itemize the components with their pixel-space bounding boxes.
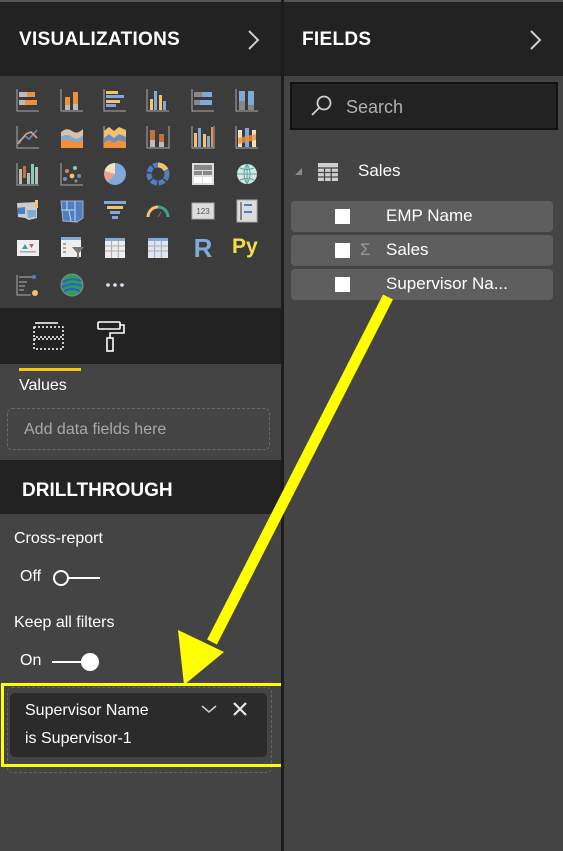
python-visual-icon[interactable]: Py (232, 235, 262, 261)
field-row[interactable]: Σ Sales (291, 235, 553, 266)
line-and-clustered-column-chart-icon[interactable] (190, 124, 216, 150)
multi-row-card-icon[interactable] (234, 198, 260, 224)
field-row[interactable]: Supervisor Na... (291, 269, 553, 300)
values-drop-placeholder: Add data fields here (24, 421, 167, 438)
values-drop-zone[interactable]: Add data fields here (7, 408, 270, 450)
field-name: Sales (386, 240, 429, 259)
chevron-right-icon (248, 30, 260, 50)
table-icon (318, 163, 338, 181)
visualizations-header: VISUALIZATIONS (0, 0, 281, 76)
cross-report-toggle[interactable]: Off (20, 566, 102, 588)
filter-condition: is Supervisor-1 (25, 730, 132, 747)
table-icon[interactable] (102, 235, 128, 261)
field-name: Supervisor Na... (386, 274, 508, 293)
fields-header: FIELDS (284, 0, 563, 76)
remove-filter-button[interactable] (230, 699, 250, 719)
values-well-label: Values (19, 377, 67, 394)
fields-pane: FIELDS Sales EMP Name Σ Sales Supervisor… (284, 0, 563, 851)
chevron-down-icon (201, 705, 217, 714)
field-checkbox[interactable] (335, 243, 350, 258)
matrix-icon[interactable] (145, 235, 171, 261)
drillthrough-title: DRILLTHROUGH (22, 480, 173, 501)
donut-chart-icon[interactable] (145, 161, 171, 187)
line-chart-icon[interactable] (15, 124, 41, 150)
search-icon (311, 95, 332, 116)
treemap-icon[interactable] (190, 161, 216, 187)
pane-tabs (0, 308, 281, 371)
search-input[interactable] (344, 94, 548, 120)
visualizations-title: VISUALIZATIONS (19, 29, 181, 50)
field-checkbox[interactable] (335, 277, 350, 292)
collapse-visualizations-button[interactable] (243, 26, 265, 54)
card-icon[interactable]: 123 (190, 198, 216, 224)
kpi-icon[interactable] (15, 235, 41, 261)
field-name: EMP Name (386, 206, 473, 225)
clustered-column-chart-icon[interactable] (145, 87, 171, 113)
fields-search[interactable] (290, 82, 558, 130)
filter-field-name: Supervisor Name (25, 702, 149, 719)
fields-well-icon (33, 322, 64, 350)
visualizations-pane: VISUALIZATIONS 123 R Py Values Add data … (0, 0, 284, 851)
fields-title: FIELDS (302, 29, 372, 50)
100-stacked-bar-chart-icon[interactable] (190, 87, 216, 113)
shape-map-icon[interactable] (59, 198, 85, 224)
stacked-bar-chart-icon[interactable] (15, 87, 41, 113)
key-influencers-icon[interactable] (15, 272, 41, 298)
pie-chart-icon[interactable] (102, 161, 128, 187)
ribbon-chart-icon[interactable] (234, 124, 260, 150)
paint-roller-icon (97, 321, 125, 352)
active-tab-indicator (19, 368, 81, 371)
collapse-fields-button[interactable] (525, 26, 547, 54)
chevron-right-icon (530, 30, 542, 50)
waterfall-chart-icon[interactable] (15, 161, 41, 187)
table-sales[interactable]: Sales (284, 154, 563, 190)
clustered-bar-chart-icon[interactable] (102, 87, 128, 113)
stacked-area-chart-icon[interactable] (102, 124, 128, 150)
keep-all-filters-state: On (20, 652, 42, 669)
field-row[interactable]: EMP Name (291, 201, 553, 232)
expand-collapse-icon[interactable] (295, 168, 302, 175)
sigma-icon: Σ (360, 240, 371, 259)
100-stacked-column-chart-icon[interactable] (234, 87, 260, 113)
gauge-icon[interactable] (145, 198, 171, 224)
drillthrough-filter-card[interactable]: Supervisor Name is Supervisor-1 (10, 693, 267, 757)
filled-map-icon[interactable] (15, 198, 41, 224)
scatter-chart-icon[interactable] (59, 161, 85, 187)
stacked-column-chart-icon[interactable] (59, 87, 85, 113)
slicer-icon[interactable] (59, 235, 85, 261)
visual-gallery: 123 R Py (0, 76, 281, 308)
table-name: Sales (358, 161, 401, 180)
cross-report-label: Cross-report (14, 530, 103, 547)
r-script-visual-icon[interactable]: R (190, 235, 216, 261)
fields-tab[interactable] (31, 318, 67, 354)
ellipsis-icon (106, 283, 124, 287)
drillthrough-header: DRILLTHROUGH (0, 460, 281, 514)
more-visuals-button[interactable] (102, 272, 128, 298)
arcgis-map-icon[interactable] (59, 272, 85, 298)
close-icon (233, 702, 247, 716)
keep-all-filters-toggle[interactable]: On (20, 650, 102, 672)
toggle-on-icon (52, 653, 99, 671)
cross-report-state: Off (20, 568, 42, 585)
map-icon[interactable] (234, 161, 260, 187)
svg-text:123: 123 (196, 207, 210, 216)
line-and-stacked-column-chart-icon[interactable] (145, 124, 171, 150)
field-checkbox[interactable] (335, 209, 350, 224)
expand-filter-button[interactable] (199, 699, 219, 719)
keep-all-filters-label: Keep all filters (14, 614, 115, 631)
format-tab[interactable] (96, 318, 132, 354)
area-chart-icon[interactable] (59, 124, 85, 150)
toggle-off-icon (53, 570, 100, 586)
funnel-icon[interactable] (102, 198, 128, 224)
